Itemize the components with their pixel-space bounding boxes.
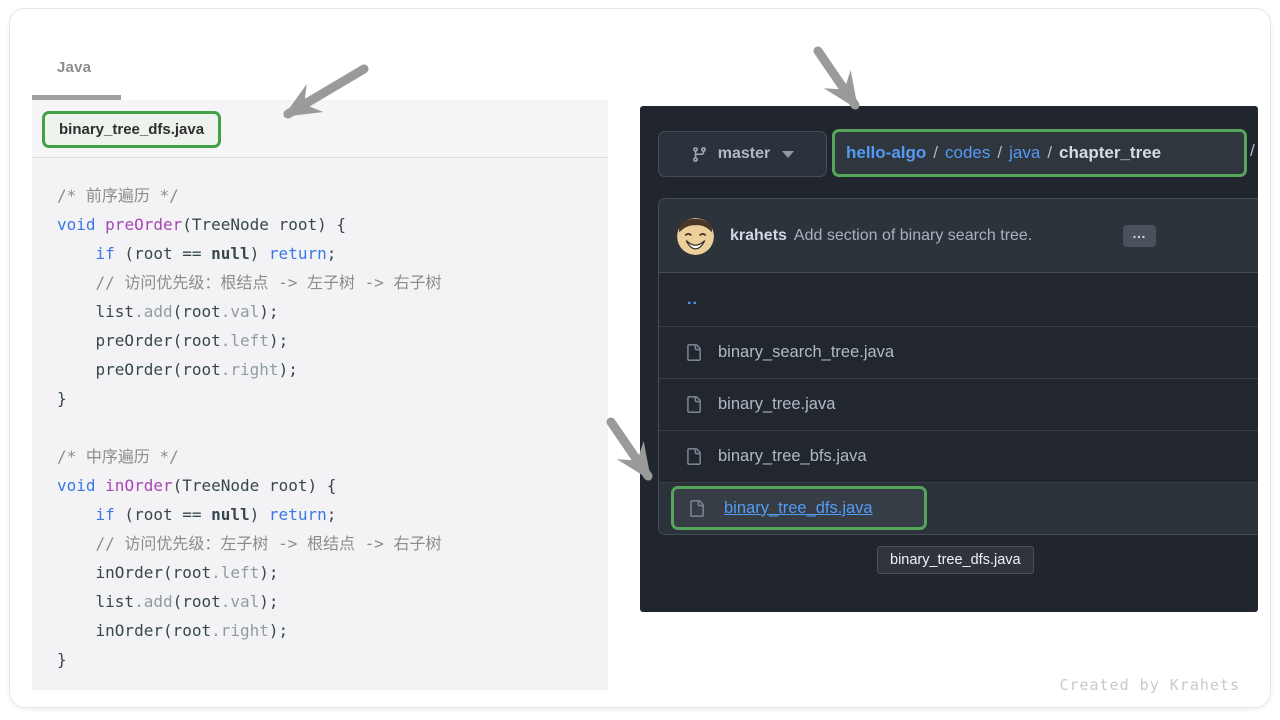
breadcrumb-separator: / — [933, 143, 938, 163]
figure-canvas: Java binary_tree_dfs.java /* 前序遍历 */void… — [0, 0, 1280, 720]
commit-message: Add section of binary search tree. — [794, 227, 1032, 245]
avatar[interactable] — [677, 218, 714, 255]
file-link[interactable]: binary_search_tree.java — [718, 343, 894, 362]
parent-directory-row[interactable]: .. — [659, 273, 1258, 326]
chevron-down-icon — [782, 151, 794, 158]
breadcrumb-separator: / — [1047, 143, 1052, 163]
breadcrumb-trailing-slash: / — [1250, 141, 1255, 161]
file-row[interactable]: binary_tree_bfs.java — [659, 430, 1258, 482]
commit-more-button[interactable]: … — [1123, 225, 1156, 247]
annotation-box-file-link: binary_tree_dfs.java — [671, 486, 927, 530]
commit-message-line: krahets Add section of binary search tre… — [730, 199, 1032, 273]
breadcrumb-current-dir: chapter_tree — [1059, 143, 1161, 163]
file-icon — [685, 344, 702, 361]
file-link[interactable]: binary_tree_bfs.java — [718, 447, 867, 466]
annotation-box-file-title: binary_tree_dfs.java — [42, 111, 221, 148]
breadcrumb-dir-codes[interactable]: codes — [945, 143, 990, 163]
code-title-bar: binary_tree_dfs.java — [32, 100, 608, 158]
file-row-highlighted[interactable]: binary_tree_dfs.java — [659, 482, 1258, 534]
latest-commit-row: krahets Add section of binary search tre… — [659, 199, 1258, 273]
breadcrumb-repo-link[interactable]: hello-algo — [846, 143, 926, 163]
git-branch-icon — [691, 146, 708, 163]
file-link[interactable]: binary_tree.java — [718, 395, 835, 414]
file-icon — [685, 448, 702, 465]
breadcrumb-separator: / — [997, 143, 1002, 163]
file-link-hovered[interactable]: binary_tree_dfs.java — [724, 499, 873, 518]
file-table: krahets Add section of binary search tre… — [658, 198, 1258, 535]
branch-name: master — [718, 145, 770, 163]
tooltip-text: binary_tree_dfs.java — [890, 552, 1021, 568]
branch-selector-button[interactable]: master — [658, 131, 827, 177]
credit-text: Created by Krahets — [1059, 676, 1240, 694]
code-file-title: binary_tree_dfs.java — [59, 121, 204, 138]
commit-author-link[interactable]: krahets — [730, 227, 787, 245]
code-block: /* 前序遍历 */void preOrder(TreeNode root) {… — [32, 158, 608, 690]
file-row[interactable]: binary_tree.java — [659, 378, 1258, 430]
github-panel: master hello-algo / codes / java / chapt… — [640, 106, 1258, 612]
file-icon — [688, 500, 705, 517]
file-row[interactable]: binary_search_tree.java — [659, 326, 1258, 378]
breadcrumb-dir-java[interactable]: java — [1009, 143, 1040, 163]
tooltip: binary_tree_dfs.java — [877, 546, 1034, 574]
file-icon — [685, 396, 702, 413]
annotation-box-breadcrumb: hello-algo / codes / java / chapter_tree — [832, 129, 1247, 177]
tab-java[interactable]: Java — [57, 59, 91, 76]
parent-directory-link[interactable]: .. — [687, 291, 698, 309]
